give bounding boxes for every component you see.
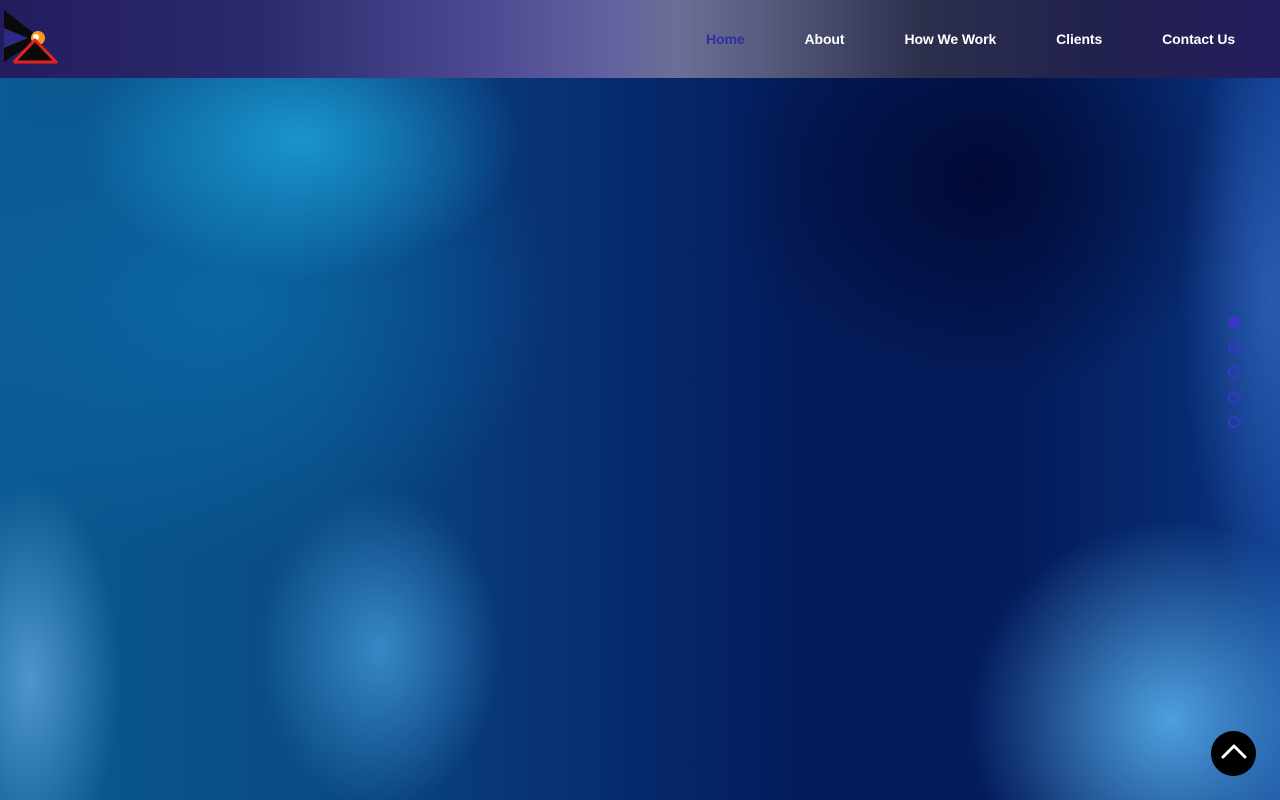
chevron-up-icon bbox=[1221, 743, 1247, 764]
section-dot-3[interactable] bbox=[1228, 366, 1240, 378]
section-dot-4[interactable] bbox=[1228, 391, 1240, 403]
page: Home About How We Work Clients Contact U… bbox=[0, 0, 1280, 800]
section-dot-1[interactable] bbox=[1228, 316, 1240, 328]
logo-graphic bbox=[4, 10, 58, 64]
section-dot-5[interactable] bbox=[1228, 416, 1240, 428]
section-dot-2[interactable] bbox=[1228, 341, 1240, 353]
back-to-top-button[interactable] bbox=[1211, 731, 1256, 776]
nav-item-contact-us[interactable]: Contact Us bbox=[1132, 31, 1235, 47]
site-header: Home About How We Work Clients Contact U… bbox=[0, 0, 1280, 78]
main-nav: Home About How We Work Clients Contact U… bbox=[676, 0, 1235, 78]
hero-background bbox=[0, 0, 1280, 800]
nav-item-how-we-work[interactable]: How We Work bbox=[874, 31, 1026, 47]
nav-item-clients[interactable]: Clients bbox=[1026, 31, 1132, 47]
brand-logo-icon[interactable] bbox=[2, 8, 60, 66]
nav-item-home[interactable]: Home bbox=[676, 31, 775, 47]
section-dot-nav bbox=[1228, 316, 1240, 441]
nav-item-about[interactable]: About bbox=[775, 31, 875, 47]
